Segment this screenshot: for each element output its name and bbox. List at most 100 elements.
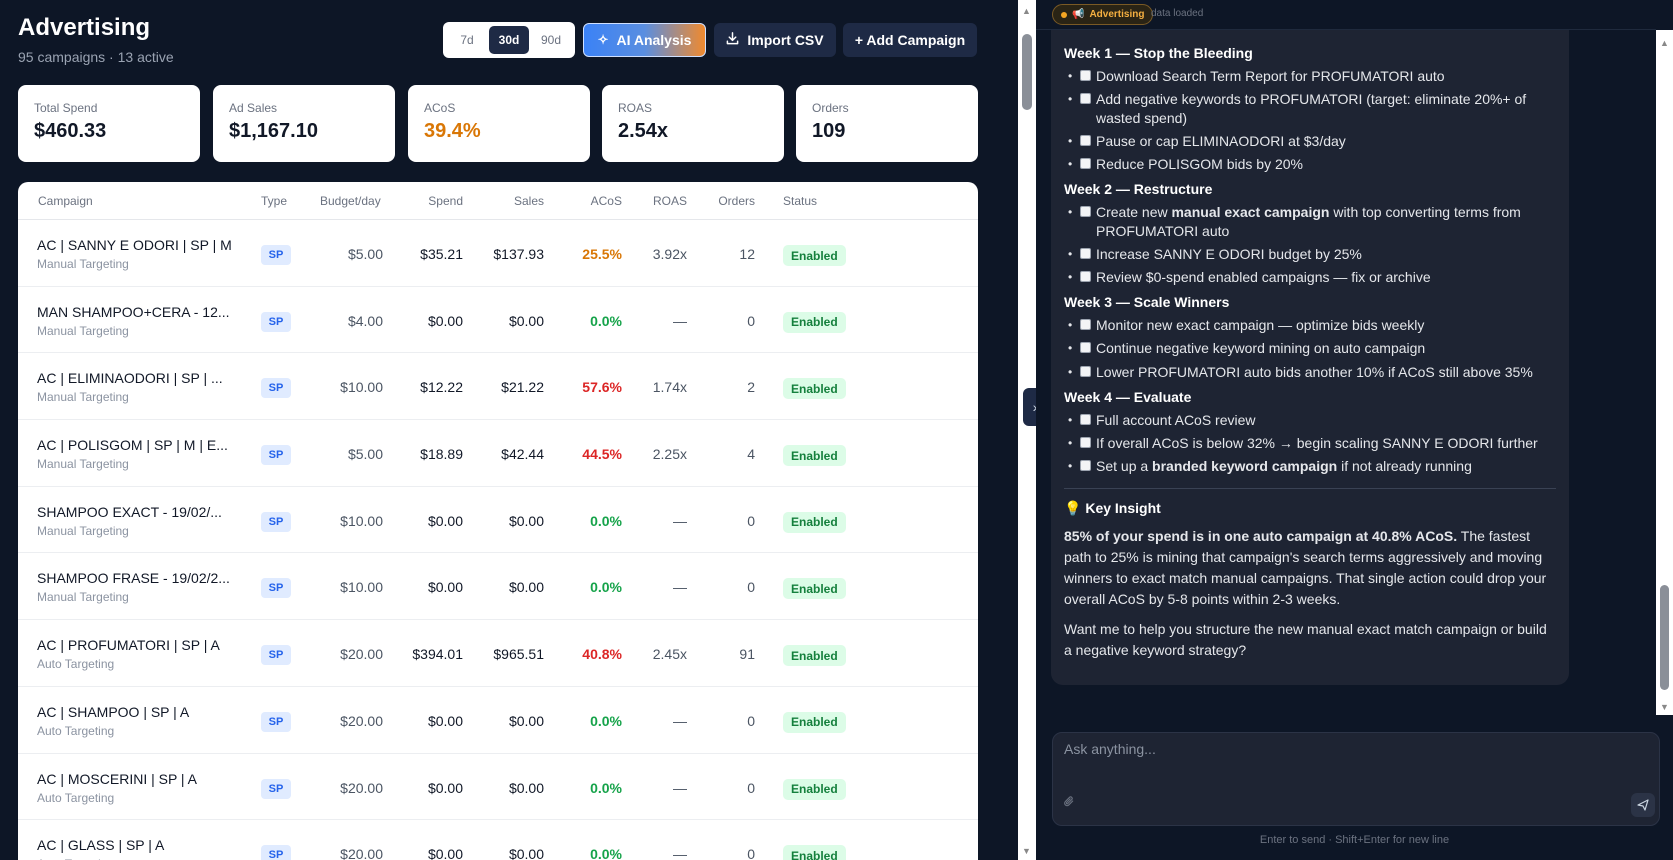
scroll-up-arrow[interactable]: ▲ — [1022, 6, 1031, 16]
col-budget[interactable]: Budget/day — [320, 194, 381, 208]
chat-scroll-up-arrow[interactable]: ▲ — [1660, 38, 1669, 48]
table-row[interactable]: AC | SHAMPOO | SP | A Auto Targeting SP $20… — [18, 687, 978, 754]
status-badge[interactable]: Enabled — [783, 245, 846, 266]
table-row[interactable]: AC | POLISGOM | SP | M | E... Manual Targ… — [18, 420, 978, 487]
col-orders[interactable]: Orders — [718, 194, 755, 208]
megaphone-icon: 📢 — [1072, 9, 1085, 20]
table-row[interactable]: AC | ELIMINAODORI | SP | ... Manual Targe… — [18, 353, 978, 421]
main-scrollbar-thumb[interactable] — [1022, 34, 1032, 110]
range-7d-button[interactable]: 7d — [447, 26, 487, 54]
task-text-part: Pause or cap ELIMINAODORI at $3/day — [1096, 132, 1346, 149]
table-row[interactable]: AC | SANNY E ODORI | SP | M Manual Target… — [18, 220, 978, 287]
page-subtitle: 95 campaigns · 13 active — [18, 49, 174, 65]
col-sales[interactable]: Sales — [514, 194, 544, 208]
campaign-name[interactable]: AC | SANNY E ODORI | SP | M — [37, 237, 232, 253]
divider — [1064, 487, 1556, 489]
status-badge[interactable]: Enabled — [783, 778, 846, 800]
status-badge[interactable]: Enabled — [783, 578, 846, 600]
task-checkbox[interactable] — [1080, 437, 1091, 449]
campaign-name[interactable]: AC | SHAMPOO | SP | A — [37, 704, 189, 720]
table-row[interactable]: AC | MOSCERINI | SP | A Auto Targeting SP $… — [18, 754, 978, 821]
campaign-name[interactable]: AC | PROFUMATORI | SP | A — [37, 637, 220, 653]
task-checkbox[interactable] — [1080, 414, 1091, 425]
campaign-name[interactable]: AC | GLASS | SP | A — [37, 837, 164, 853]
task-text: Set up a branded keyword campaign if not… — [1096, 457, 1556, 475]
task-checkbox[interactable] — [1080, 460, 1091, 472]
context-chip[interactable]: 📢 Advertising — [1052, 4, 1154, 25]
status-badge[interactable]: Enabled — [783, 378, 846, 400]
status-badge[interactable]: Enabled — [783, 845, 846, 860]
sales-cell: $0.00 — [508, 712, 544, 729]
col-campaign[interactable]: Campaign — [38, 194, 93, 208]
import-csv-button[interactable]: Import CSV — [714, 23, 836, 57]
task-checkbox[interactable] — [1080, 365, 1091, 377]
task-checkbox[interactable] — [1080, 157, 1091, 169]
bullet-icon: • — [1068, 156, 1073, 171]
send-button[interactable] — [1631, 793, 1655, 817]
col-acos[interactable]: ACoS — [591, 194, 622, 208]
campaign-name[interactable]: MAN SHAMPOO+CERA - 12... — [37, 304, 230, 320]
table-row[interactable]: AC | PROFUMATORI | SP | A Auto Targeting S… — [18, 620, 978, 687]
status-badge[interactable]: Enabled — [783, 445, 846, 467]
range-90d-button[interactable]: 90d — [531, 26, 571, 54]
campaign-targeting: Auto Targeting — [37, 657, 115, 672]
type-badge: SP — [261, 378, 291, 399]
campaign-name[interactable]: SHAMPOO FRASE - 19/02/2... — [37, 570, 230, 586]
task-item: • If overall ACoS is below 32% → begin sc… — [1064, 434, 1556, 452]
spend-cell: $0.00 — [427, 846, 463, 860]
task-checkbox[interactable] — [1080, 270, 1091, 282]
campaign-name[interactable]: AC | MOSCERINI | SP | A — [37, 771, 197, 787]
task-checkbox[interactable] — [1080, 70, 1091, 82]
range-30d-button[interactable]: 30d — [489, 26, 529, 54]
sales-cell: $0.00 — [508, 512, 544, 529]
chat-scrollbar-thumb[interactable] — [1660, 585, 1669, 690]
chat-composer — [1052, 732, 1660, 826]
orders-cell: 2 — [747, 379, 755, 396]
status-badge[interactable]: Enabled — [783, 511, 846, 533]
col-roas[interactable]: ROAS — [653, 194, 687, 208]
bullet-icon: • — [1068, 246, 1073, 261]
table-row[interactable]: SHAMPOO FRASE - 19/02/2... Manual Targeti… — [18, 553, 978, 621]
type-badge: SP — [261, 778, 291, 799]
task-item: • Increase SANNY E ODORI budget by 25% — [1064, 245, 1556, 263]
sales-cell: $42.44 — [501, 446, 544, 463]
campaign-name[interactable]: AC | POLISGOM | SP | M | E... — [37, 437, 228, 453]
status-badge[interactable]: Enabled — [783, 645, 846, 667]
budget-cell: $20.00 — [340, 646, 383, 663]
followup-question: Want me to help you structure the new ma… — [1064, 620, 1547, 658]
bullet-icon: • — [1068, 413, 1073, 427]
col-status[interactable]: Status — [783, 194, 817, 208]
chat-scroll-down-arrow[interactable]: ▼ — [1660, 702, 1669, 712]
col-type[interactable]: Type — [261, 194, 287, 208]
task-text: Pause or cap ELIMINAODORI at $3/day — [1096, 132, 1556, 150]
main-scrollbar[interactable] — [1018, 0, 1036, 860]
task-checkbox[interactable] — [1080, 247, 1091, 259]
campaign-name[interactable]: SHAMPOO EXACT - 19/02/... — [37, 504, 222, 520]
sales-cell: $965.51 — [493, 646, 544, 663]
task-checkbox[interactable] — [1080, 319, 1091, 331]
orders-cell: 0 — [747, 712, 755, 729]
status-badge[interactable]: Enabled — [783, 311, 846, 333]
table-row[interactable]: AC | GLASS | SP | AAuto TargetingSP$20.0… — [18, 820, 978, 860]
add-campaign-button[interactable]: + Add Campaign — [843, 23, 977, 57]
task-checkbox[interactable] — [1080, 93, 1091, 105]
scroll-down-arrow[interactable]: ▼ — [1022, 846, 1031, 856]
col-spend[interactable]: Spend — [428, 194, 463, 208]
table-row[interactable]: SHAMPOO EXACT - 19/02/... Manual Targetin… — [18, 487, 978, 554]
kpi-label: Total Spend — [34, 101, 98, 115]
ai-analysis-button[interactable]: ✧ AI Analysis — [583, 23, 706, 57]
chat-input[interactable] — [1064, 741, 1624, 757]
bullet-icon: • — [1068, 269, 1073, 284]
task-item: • Review $0-spend enabled campaigns — fix… — [1064, 268, 1556, 286]
table-row[interactable]: MAN SHAMPOO+CERA - 12... Manual Targeting… — [18, 287, 978, 354]
roas-cell: — — [673, 779, 687, 796]
task-checkbox[interactable] — [1080, 342, 1091, 354]
budget-cell: $5.00 — [347, 246, 383, 262]
status-badge[interactable]: Enabled — [783, 711, 846, 733]
task-checkbox[interactable] — [1080, 134, 1091, 146]
paperclip-icon[interactable] — [1063, 795, 1075, 811]
campaign-name[interactable]: AC | ELIMINAODORI | SP | ... — [37, 370, 223, 386]
task-checkbox[interactable] — [1080, 206, 1091, 218]
task-item: • Lower PROFUMATORI auto bids another 10%… — [1064, 363, 1556, 381]
ai-chat-panel: 📢 Advertising data loaded Week 1 — Stop … — [1036, 0, 1673, 860]
